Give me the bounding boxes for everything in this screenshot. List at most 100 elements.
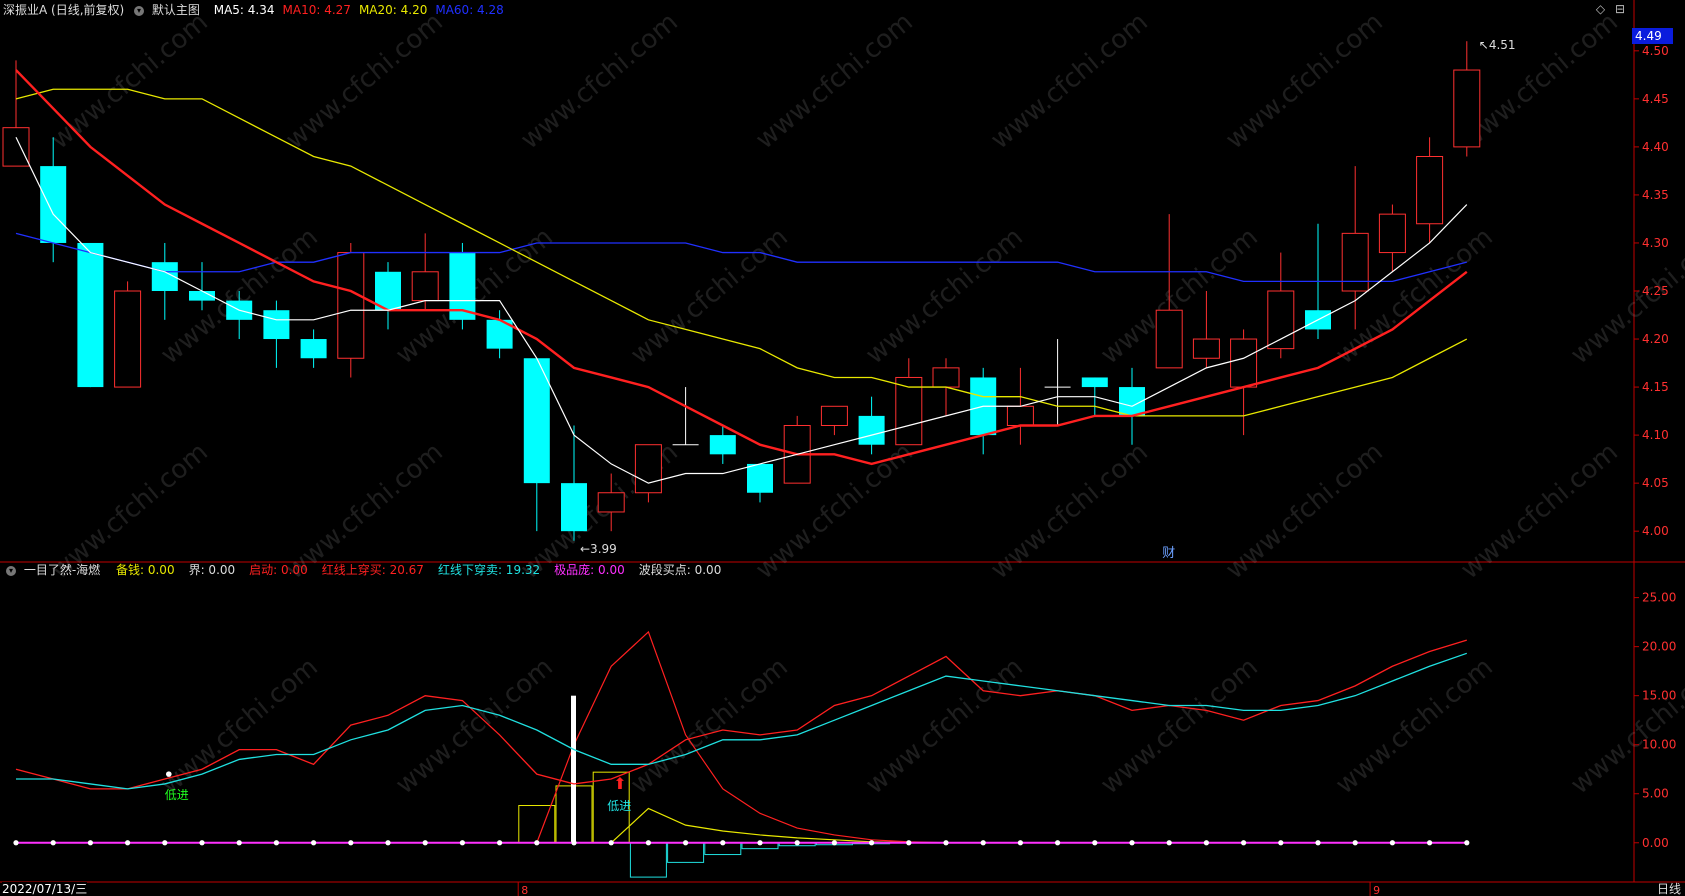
candle-up [1267,290,1295,350]
low-entry-dot [166,771,172,777]
candle-up [411,271,439,302]
price-tick-label: 4.45 [1642,92,1669,106]
watermark-text: www.cfchi.com [625,222,794,370]
period-label[interactable]: 日线 [1657,882,1681,896]
candle-down [77,242,104,388]
zero-dot [1092,840,1098,846]
zero-dot [1203,840,1209,846]
indicator-value-5: 极品庞: 0.00 [554,563,625,577]
zero-dot [1389,840,1395,846]
white-spike-bar [571,695,576,843]
low-entry-label: 低进 [607,799,631,813]
date-label: 2022/07/13/三 [2,882,88,896]
cyan-box [629,842,667,878]
watermark-text: www.cfchi.com [1220,7,1389,155]
candle-up [1155,309,1183,369]
price-tick-label: 4.00 [1642,524,1669,538]
watermark-text: www.cfchi.com [625,652,794,800]
zero-dot [943,840,949,846]
zero-dot [683,840,689,846]
price-tick-label: 4.40 [1642,140,1669,154]
watermark-text: www.cfchi.com [1220,437,1389,585]
stock-name[interactable]: 深振业A [3,3,47,17]
chevron-down-icon[interactable]: ▾ [134,5,145,16]
zero-dot [236,840,242,846]
watermark-text: www.cfchi.com [155,652,324,800]
indicator-name[interactable]: 一目了然-海燃 [24,563,100,577]
indicator-value-1: 界: 0.00 [188,563,236,577]
kline-chart[interactable]: www.cfchi.com www.cfchi.com www.cfchi.com w… [0,0,1685,896]
candle-up [1230,338,1258,388]
watermark-text: www.cfchi.com [985,437,1154,585]
zero-dot [1278,840,1284,846]
main-chart-label[interactable]: 默认主图 [152,3,200,17]
watermark-text: www.cfchi.com [860,652,1029,800]
indicator-tick-label: 5.00 [1642,787,1669,801]
indicator-value-0: 备钱: 0.00 [116,563,175,577]
zero-dot [125,840,131,846]
zero-dot [980,840,986,846]
zero-dot [348,840,354,846]
price-tick-label: 4.10 [1642,428,1669,442]
watermark-text: www.cfchi.com [1095,652,1264,800]
window-controls: ◇ ⊟ [1596,2,1625,16]
zero-dot [1352,840,1358,846]
candle-down [40,166,67,243]
watermark-text: www.cfchi.com [985,7,1154,155]
period-note: (日线,前复权) [51,3,125,17]
indicator-tick-label: 0.00 [1642,836,1669,850]
zero-dot [459,840,465,846]
candle-down [709,435,736,455]
low-price-label: ←3.99 [580,542,617,556]
ma-label-1: MA10: 4.27 [282,3,351,17]
indicator-tick-label: 25.00 [1642,591,1676,605]
candle-up [2,127,30,167]
watermark-text: www.cfchi.com [1455,7,1624,155]
candle-up [1453,69,1481,148]
zero-dot [1055,840,1061,846]
ma-label-2: MA20: 4.20 [358,3,428,17]
chevron-down-icon[interactable]: ▾ [6,565,16,576]
expand-icon[interactable]: ⊟ [1615,2,1625,16]
diamond-icon[interactable]: ◇ [1596,2,1605,16]
indicator-tick-label: 20.00 [1642,640,1676,654]
zero-dot [50,840,56,846]
zero-dot [1166,840,1172,846]
zero-dot [311,840,317,846]
candle-up [1192,338,1220,359]
zero-dot [645,840,652,846]
zero-dot [1315,840,1321,846]
indicator-value-2: 启动: 0.00 [249,563,308,577]
watermark-text: www.cfchi.com [750,7,919,155]
watermark-text: www.cfchi.com [1330,652,1499,800]
price-tick-label: 4.25 [1642,284,1669,298]
zero-dot [13,840,19,846]
zero-dot [906,840,912,846]
candle-up [1006,405,1034,426]
ma-label-3: MA60: 4.28 [435,3,504,17]
zero-dot [162,840,168,846]
candle-up [1416,156,1444,225]
zero-dot [273,840,279,846]
watermark-text: www.cfchi.com [1455,437,1624,585]
candle-up [932,367,960,388]
ma-labels: MA5: 4.34 MA10: 4.27 MA20: 4.20 MA60: 4.28 [214,3,512,17]
cyan-box [667,842,705,863]
watermark-text: www.cfchi.com [860,222,1029,370]
last-price-tag: 4.49 [1632,28,1673,44]
candle-down [300,339,327,359]
price-tick-label: 4.05 [1642,476,1669,490]
zero-dot [757,840,763,846]
high-price-label: ↖4.51 [1479,38,1516,52]
yellow-decay-line [16,807,1467,844]
candle-up [634,444,662,494]
low-entry-arrow: ⬆ [613,774,626,793]
zero-dot [199,840,205,846]
indicator-value-4: 红线下穿卖: 19.32 [437,563,541,577]
candle-up [597,492,625,513]
indicator-tick-label: 15.00 [1642,689,1676,703]
ma-label-0: MA5: 4.34 [213,3,275,17]
zero-dot [534,840,540,846]
finance-flag: 财 [1162,546,1175,561]
candle-down [263,310,290,340]
